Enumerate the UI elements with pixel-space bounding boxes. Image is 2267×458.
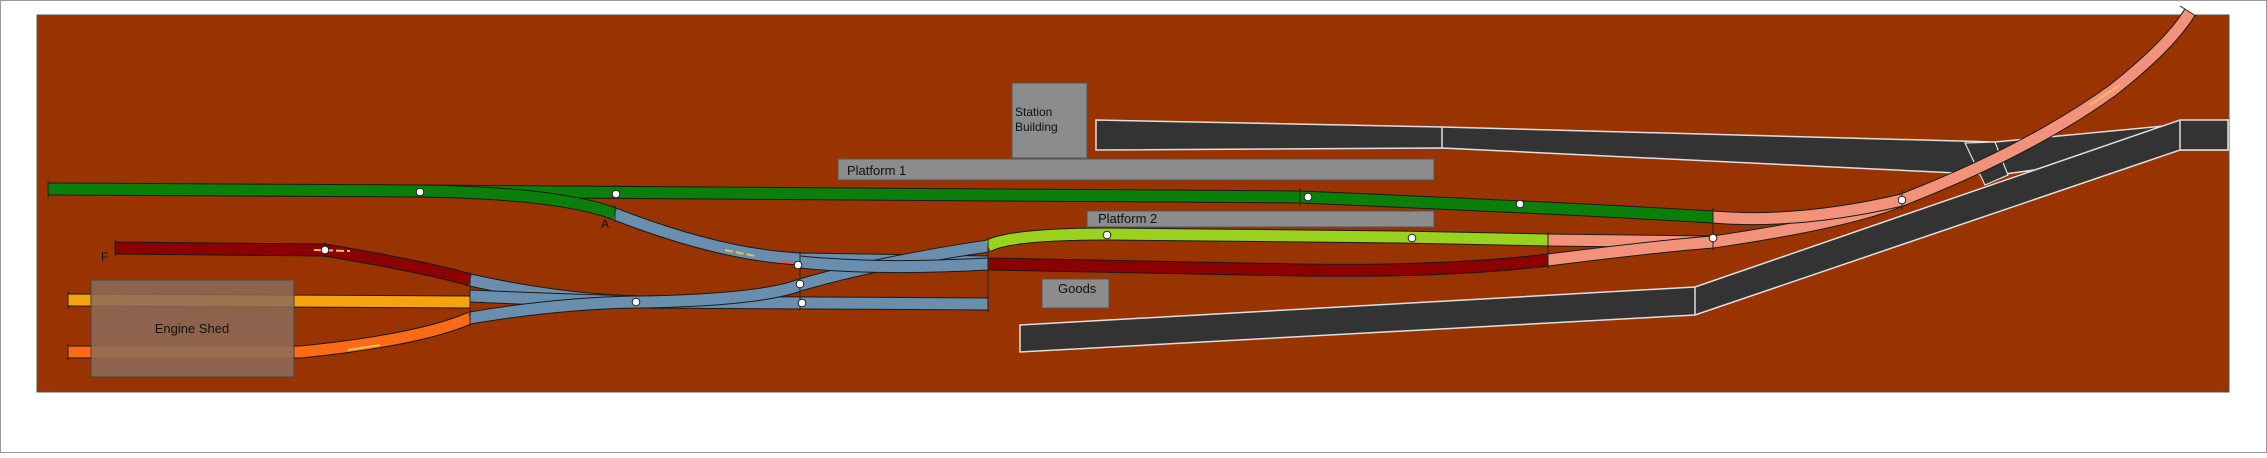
track-node[interactable] xyxy=(415,187,425,197)
track-node[interactable] xyxy=(1708,233,1718,243)
track-node[interactable] xyxy=(1515,199,1525,209)
marker-a: A xyxy=(601,217,609,231)
layout-canvas: Station Building Platform 1 Platform 2 G… xyxy=(0,0,2267,453)
station-building-label-1: Station xyxy=(1015,105,1052,119)
track-node[interactable] xyxy=(797,298,807,308)
track-node[interactable] xyxy=(795,279,805,289)
goods-label: Goods xyxy=(1058,281,1097,296)
track-node[interactable] xyxy=(1303,192,1313,202)
engine-shed-label: Engine Shed xyxy=(155,321,229,336)
platform-1-label: Platform 1 xyxy=(847,163,906,178)
platform-1[interactable] xyxy=(837,158,1435,181)
track-node[interactable] xyxy=(1897,195,1907,205)
platform-2-label: Platform 2 xyxy=(1098,211,1157,226)
track-blue-6[interactable] xyxy=(799,256,989,273)
track-node[interactable] xyxy=(1102,230,1112,240)
track-node[interactable] xyxy=(793,260,803,270)
track-node[interactable] xyxy=(1407,233,1417,243)
track-node[interactable] xyxy=(611,189,621,199)
track-node[interactable] xyxy=(631,297,641,307)
track-plan-diagram: Station Building Platform 1 Platform 2 G… xyxy=(0,0,2267,453)
marker-f: F xyxy=(101,250,108,264)
station-building-label-2: Building xyxy=(1015,120,1058,134)
track-node[interactable] xyxy=(320,245,330,255)
